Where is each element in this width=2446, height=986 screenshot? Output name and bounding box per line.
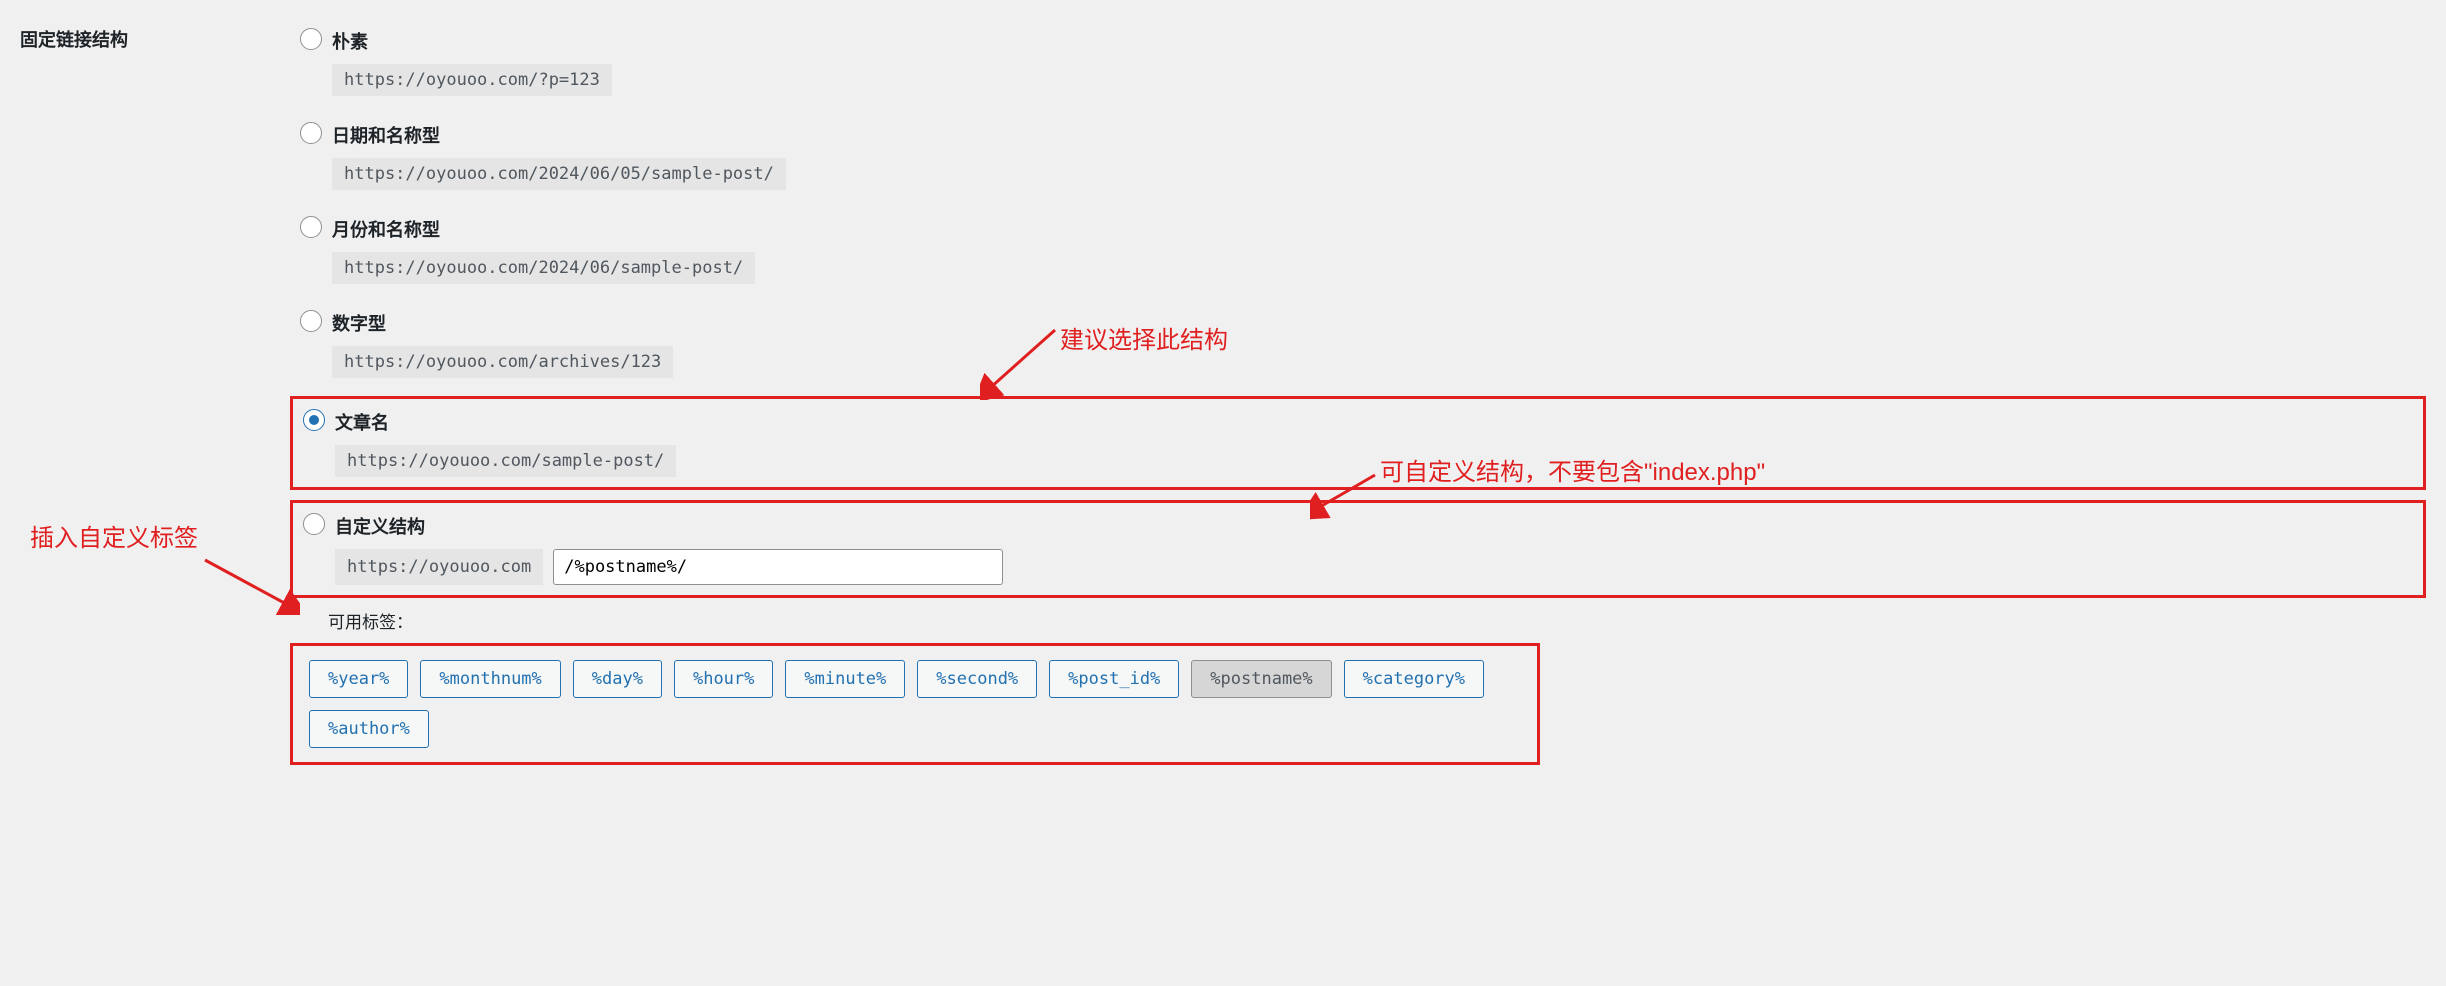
radio-day-name[interactable] (300, 122, 322, 144)
tag-post-id[interactable]: %post_id% (1049, 660, 1179, 698)
tag-second[interactable]: %second% (917, 660, 1037, 698)
available-tags-label: 可用标签： (328, 608, 2426, 633)
option-label: 月份和名称型 (332, 216, 2416, 242)
option-label: 文章名 (335, 409, 2413, 435)
option-url: https://oyouoo.com/2024/06/05/sample-pos… (332, 158, 786, 190)
tag-author[interactable]: %author% (309, 710, 429, 748)
custom-url-prefix: https://oyouoo.com (335, 549, 543, 585)
arrow-icon (980, 320, 1060, 400)
permalink-option-numeric[interactable]: 数字型 https://oyouoo.com/archives/123 (290, 302, 2426, 386)
annotation-suggest: 建议选择此结构 (1060, 320, 1228, 355)
option-label: 朴素 (332, 28, 2416, 54)
option-url: https://oyouoo.com/2024/06/sample-post/ (332, 252, 755, 284)
option-url: https://oyouoo.com/sample-post/ (335, 445, 676, 477)
arrow-icon (200, 555, 300, 615)
option-label: 数字型 (332, 310, 2416, 336)
available-tags: %year% %monthnum% %day% %hour% %minute% … (290, 643, 1540, 765)
arrow-icon (1310, 470, 1380, 520)
option-url: https://oyouoo.com/?p=123 (332, 64, 612, 96)
tag-day[interactable]: %day% (573, 660, 662, 698)
section-title: 固定链接结构 (20, 26, 290, 52)
tag-minute[interactable]: %minute% (785, 660, 905, 698)
tag-hour[interactable]: %hour% (674, 660, 773, 698)
annotation-custom-note: 可自定义结构，不要包含"index.php" (1380, 452, 1765, 487)
tag-category[interactable]: %category% (1344, 660, 1484, 698)
permalink-option-plain[interactable]: 朴素 https://oyouoo.com/?p=123 (290, 20, 2426, 104)
tag-monthnum[interactable]: %monthnum% (420, 660, 560, 698)
radio-numeric[interactable] (300, 310, 322, 332)
radio-month-name[interactable] (300, 216, 322, 238)
radio-postname[interactable] (303, 409, 325, 431)
radio-custom[interactable] (303, 513, 325, 535)
permalink-option-month-name[interactable]: 月份和名称型 https://oyouoo.com/2024/06/sample… (290, 208, 2426, 292)
option-url: https://oyouoo.com/archives/123 (332, 346, 673, 378)
tag-year[interactable]: %year% (309, 660, 408, 698)
radio-plain[interactable] (300, 28, 322, 50)
tag-postname[interactable]: %postname% (1191, 660, 1331, 698)
annotation-insert-tag: 插入自定义标签 (30, 518, 198, 553)
custom-structure-input[interactable] (553, 549, 1003, 585)
radio-dot-icon (309, 415, 319, 425)
permalink-option-day-name[interactable]: 日期和名称型 https://oyouoo.com/2024/06/05/sam… (290, 114, 2426, 198)
option-label: 日期和名称型 (332, 122, 2416, 148)
